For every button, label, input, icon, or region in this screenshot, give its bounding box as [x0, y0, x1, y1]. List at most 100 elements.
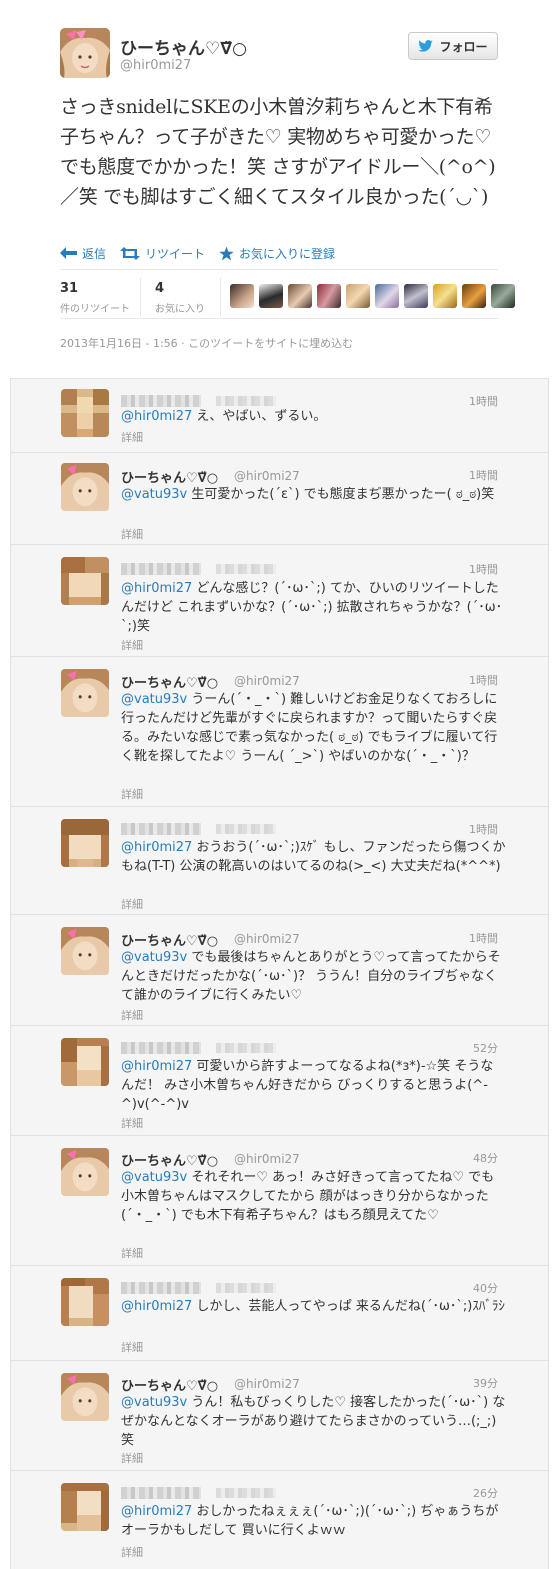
reply-text: @hir0mi27 おしかったねぇぇぇ(´･ω･`;)(´･ω･`;) ぢゃぁう…: [121, 1502, 506, 1540]
avatar[interactable]: [61, 557, 109, 605]
mention-link[interactable]: @hir0mi27: [121, 581, 192, 596]
retweet-count[interactable]: 31 件のリツイート: [60, 281, 130, 315]
reply-author-handle[interactable]: @hir0mi27: [234, 469, 300, 483]
reply-text: @hir0mi27 おうおう(´･ω･`;)ｽｹﾞ もし、ファンだったら傷つくか…: [121, 838, 506, 876]
mention-link[interactable]: @vatu93v: [121, 950, 187, 965]
avatar[interactable]: [61, 669, 109, 717]
avatar[interactable]: [433, 284, 457, 308]
avatar[interactable]: [346, 284, 370, 308]
embed-link[interactable]: このツイートをサイトに埋め込む: [188, 337, 353, 350]
tweet-timestamp: 2013年1月16日 - 1:56 · このツイートをサイトに埋め込む: [60, 335, 353, 351]
reply-tweet[interactable]: 1時間 @hir0mi27 おうおう(´･ω･`;)ｽｹﾞ もし、ファンだったら…: [11, 807, 548, 915]
avatar[interactable]: [61, 1148, 109, 1196]
avatar[interactable]: [61, 1278, 109, 1326]
detail-link[interactable]: 詳細: [121, 896, 143, 912]
avatar[interactable]: [61, 463, 109, 511]
avatar[interactable]: [375, 284, 399, 308]
avatar[interactable]: [317, 284, 341, 308]
reply-time[interactable]: 1時間: [469, 930, 498, 946]
mention-link[interactable]: @vatu93v: [121, 1395, 187, 1410]
mention-link[interactable]: @vatu93v: [121, 487, 187, 502]
reply-author-name[interactable]: ひーちゃん♡∇̈○: [121, 1150, 218, 1169]
reply-time[interactable]: 39分: [473, 1375, 498, 1391]
retweet-count-value: 31: [60, 281, 79, 296]
favorite-action[interactable]: お気に入りに登録: [219, 245, 335, 262]
detail-link[interactable]: 詳細: [121, 526, 143, 542]
avatar[interactable]: [259, 284, 283, 308]
timestamp-text[interactable]: 2013年1月16日 - 1:56: [60, 337, 178, 350]
avatar[interactable]: [404, 284, 428, 308]
mention-link[interactable]: @hir0mi27: [121, 1059, 192, 1074]
reply-author-handle[interactable]: @hir0mi27: [234, 932, 300, 946]
detail-link[interactable]: 詳細: [121, 786, 143, 802]
pixelated-name: [121, 1282, 201, 1294]
detail-link[interactable]: 詳細: [121, 429, 143, 445]
avatar[interactable]: [230, 284, 254, 308]
reply-author-handle[interactable]: @hir0mi27: [234, 1152, 300, 1166]
retweeter-avatars: [230, 284, 515, 308]
reply-time[interactable]: 52分: [473, 1040, 498, 1056]
mention-link[interactable]: @hir0mi27: [121, 840, 192, 855]
reply-text: @hir0mi27 しかし、芸能人ってやっぱ 来るんだね(´･ω･`;)ｽﾊﾞﾗ…: [121, 1297, 506, 1316]
detail-link[interactable]: 詳細: [121, 1007, 143, 1023]
reply-author-name[interactable]: ひーちゃん♡∇̈○: [121, 1375, 218, 1394]
detail-link[interactable]: 詳細: [121, 637, 143, 653]
retweet-action[interactable]: リツイート: [120, 245, 205, 262]
reply-author-name[interactable]: ひーちゃん♡∇̈○: [121, 467, 218, 486]
mention-link[interactable]: @vatu93v: [121, 692, 187, 707]
reply-author-handle[interactable]: @hir0mi27: [234, 674, 300, 688]
reply-time[interactable]: 26分: [473, 1485, 498, 1501]
mention-link[interactable]: @vatu93v: [121, 1170, 187, 1185]
avatar[interactable]: [61, 1483, 109, 1531]
reply-body: 生可愛かった(´ε`) でも態度まぢ悪かったー( ಠ_ಠ)笑: [187, 487, 495, 502]
reply-time[interactable]: 40分: [473, 1280, 498, 1296]
user-handle[interactable]: @hir0mi27: [120, 58, 191, 73]
detail-link[interactable]: 詳細: [121, 1115, 143, 1131]
reply-time[interactable]: 1時間: [469, 561, 498, 577]
reply-tweet[interactable]: ひーちゃん♡∇̈○ @hir0mi27 1時間 @vatu93v 生可愛かった(…: [11, 453, 548, 545]
reply-author-name[interactable]: ひーちゃん♡∇̈○: [121, 930, 218, 949]
detail-link[interactable]: 詳細: [121, 1450, 143, 1466]
avatar[interactable]: [61, 1038, 109, 1086]
retweet-count-label: 件のリツイート: [60, 304, 130, 315]
reply-tweet[interactable]: 1時間 @hir0mi27 え、やばい、ずるい。 詳細: [11, 379, 548, 453]
detail-link[interactable]: 詳細: [121, 1544, 143, 1560]
reply-tweet[interactable]: 26分 @hir0mi27 おしかったねぇぇぇ(´･ω･`;)(´･ω･`;) …: [11, 1471, 548, 1569]
avatar[interactable]: [61, 1373, 109, 1421]
avatar[interactable]: [491, 284, 515, 308]
reply-tweet[interactable]: ひーちゃん♡∇̈○ @hir0mi27 39分 @vatu93v うん！私もびっ…: [11, 1361, 548, 1471]
avatar[interactable]: [61, 819, 109, 867]
follow-button[interactable]: フォロー: [408, 32, 498, 60]
pixelated-name: [121, 563, 201, 575]
reply-time[interactable]: 1時間: [469, 467, 498, 483]
avatar[interactable]: [288, 284, 312, 308]
reply-action[interactable]: 返信: [60, 245, 106, 262]
reply-time[interactable]: 1時間: [469, 821, 498, 837]
detail-link[interactable]: 詳細: [121, 1339, 143, 1355]
reply-tweet[interactable]: ひーちゃん♡∇̈○ @hir0mi27 1時間 @vatu93v うーん(´・_…: [11, 657, 548, 807]
avatar[interactable]: [60, 28, 110, 78]
mention-link[interactable]: @hir0mi27: [121, 409, 192, 424]
favorite-count[interactable]: 4 お気に入り: [155, 281, 205, 315]
follow-label: フォロー: [439, 39, 488, 54]
reply-text: @hir0mi27 可愛いから許すよーってなるよね(*з*)-☆笑 そうなんだ！…: [121, 1057, 506, 1114]
avatar[interactable]: [61, 389, 109, 437]
reply-tweet[interactable]: 1時間 @hir0mi27 どんな感じ？(´･ω･`;) てか、ひいのリツイート…: [11, 545, 548, 657]
pixelated-name: [121, 1042, 201, 1054]
reply-tweet[interactable]: 52分 @hir0mi27 可愛いから許すよーってなるよね(*з*)-☆笑 そう…: [11, 1026, 548, 1136]
pixelated-handle: [216, 396, 276, 406]
avatar[interactable]: [61, 927, 109, 975]
mention-link[interactable]: @hir0mi27: [121, 1299, 192, 1314]
reply-author-name[interactable]: ひーちゃん♡∇̈○: [121, 672, 218, 691]
reply-tweet[interactable]: 40分 @hir0mi27 しかし、芸能人ってやっぱ 来るんだね(´･ω･`;)…: [11, 1266, 548, 1361]
reply-author-handle[interactable]: @hir0mi27: [234, 1377, 300, 1391]
avatar[interactable]: [462, 284, 486, 308]
reply-time[interactable]: 1時間: [469, 672, 498, 688]
pixelated-name: [121, 395, 201, 407]
reply-time[interactable]: 48分: [473, 1150, 498, 1166]
mention-link[interactable]: @hir0mi27: [121, 1504, 192, 1519]
display-name[interactable]: ひーちゃん♡∇̈○: [120, 34, 247, 59]
detail-link[interactable]: 詳細: [121, 1245, 143, 1261]
reply-tweet[interactable]: ひーちゃん♡∇̈○ @hir0mi27 48分 @vatu93v それそれー♡ …: [11, 1136, 548, 1266]
reply-tweet[interactable]: ひーちゃん♡∇̈○ @hir0mi27 1時間 @vatu93v でも最後はちゃ…: [11, 915, 548, 1026]
